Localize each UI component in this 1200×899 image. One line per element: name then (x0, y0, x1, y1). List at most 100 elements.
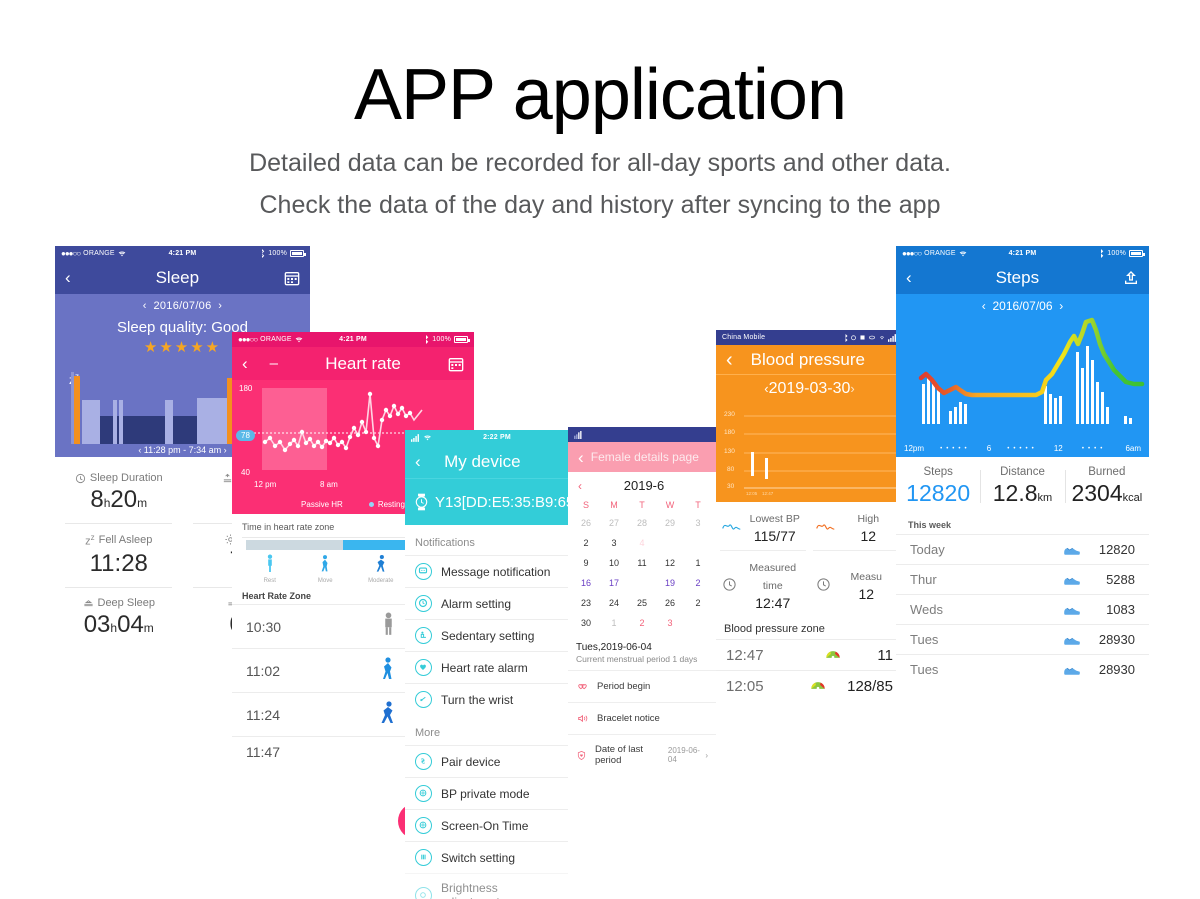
calendar-day[interactable]: 3 (600, 533, 628, 553)
calendar-day[interactable] (684, 613, 712, 633)
page-subtitle-line2: Check the data of the day and history af… (259, 191, 941, 219)
calendar-day[interactable]: 12 (656, 553, 684, 573)
calendar-day[interactable]: 11 (628, 553, 656, 573)
next-date-button[interactable]: › (850, 381, 854, 396)
calendar-icon[interactable] (448, 356, 464, 372)
calendar-day-selected[interactable]: 18 (628, 573, 656, 593)
back-button[interactable]: ‹ (726, 350, 733, 370)
week-row[interactable]: Weds 1083 (896, 594, 1149, 624)
menu-item-heart-rate-alarm[interactable]: Heart rate alarm (405, 651, 568, 683)
status-time: 4:21 PM (168, 250, 197, 257)
steps-navbar: ‹ Steps (896, 261, 1149, 294)
calendar-day[interactable]: 24 (600, 593, 628, 613)
calendar-day[interactable]: 2 (572, 533, 600, 553)
x-tick: 6 (986, 444, 992, 453)
device-card[interactable]: Y13[DD:E5:35:B9:65:C9 (405, 478, 568, 525)
calendar-day[interactable]: 27 (600, 513, 628, 533)
walking-person-icon (321, 555, 328, 572)
calendar-day[interactable]: 9 (572, 553, 600, 573)
menu-item-screen-on-time[interactable]: Screen-On Time (405, 809, 568, 841)
shoe-icon (1064, 577, 1080, 585)
steps-date[interactable]: ‹ 2016/07/06 › (896, 294, 1149, 313)
calendar-week: 2 3 4 5 (568, 533, 716, 553)
bp-zone-row[interactable]: 12:05 128/85 (716, 670, 903, 701)
menu-item-bp-private-mode[interactable]: BP private mode (405, 777, 568, 809)
menu-label: Sedentary setting (441, 628, 535, 643)
calendar-day[interactable]: 10 (600, 553, 628, 573)
calendar-day[interactable]: 3 (656, 613, 684, 633)
calendar-day-selected-ring[interactable]: 4 (628, 533, 656, 553)
shoe-icon (1064, 547, 1080, 555)
week-row[interactable]: Tues 28930 (896, 624, 1149, 654)
calendar-icon[interactable] (284, 270, 300, 286)
week-day: Weds (910, 602, 943, 617)
watch-icon (415, 493, 428, 511)
menu-item-alarm-setting[interactable]: Alarm setting (405, 587, 568, 619)
sleep-date[interactable]: ‹ 2016/07/06 › (55, 294, 310, 312)
share-icon[interactable] (1123, 270, 1139, 286)
menu-label: Switch setting (441, 850, 516, 865)
calendar-day[interactable]: 26 (572, 513, 600, 533)
calendar-day[interactable]: 26 (656, 593, 684, 613)
menu-item-message-notification[interactable]: Message notification (405, 555, 568, 587)
calendar-day[interactable]: 16 (572, 573, 600, 593)
menu-label: BP private mode (441, 786, 530, 801)
menu-label: Screen-On Time (441, 818, 529, 833)
week-row[interactable]: Tues 28930 (896, 654, 1149, 684)
page-root: APP application Detailed data can be rec… (0, 0, 1200, 899)
back-button[interactable]: ‹ (242, 355, 248, 372)
menu-item-brightness-adjustment[interactable]: Brightness adjustment (405, 873, 568, 899)
my-device-screen: 2:22 PM ‹ My device Y13[DD:E5:35:B9:65:C… (405, 430, 568, 899)
week-row[interactable]: Today 12820 (896, 534, 1149, 564)
hr-title: Heart rate (325, 353, 401, 373)
female-row-bracelet-notice[interactable]: Bracelet notice (568, 702, 716, 734)
x-tick: 12 (1053, 444, 1063, 453)
signal-dots-icon: ●●●○○ (902, 249, 922, 258)
calendar-day[interactable]: 2 (684, 593, 712, 613)
carrier-label: ORANGE (260, 336, 292, 343)
calendar-day[interactable]: 25 (628, 593, 656, 613)
calendar-month: 2019-6 (623, 478, 665, 493)
clock-icon (723, 578, 736, 591)
bp-date-selector[interactable]: ‹2019-03-30› (716, 375, 903, 402)
calendar-week: 16 17 18 19 2 (568, 573, 716, 593)
week-row[interactable]: Thur 5288 (896, 564, 1149, 594)
stat-label: Sleep Duration (89, 472, 163, 484)
dow: T (695, 500, 701, 510)
summary-distance: Distance 12.8km (980, 466, 1064, 507)
menu-item-sedentary-setting[interactable]: Sedentary setting (405, 619, 568, 651)
calendar-day[interactable]: 1 (600, 613, 628, 633)
bp-stat-highest: High 12 (810, 502, 904, 551)
calendar-day[interactable]: 2 (628, 613, 656, 633)
calendar-day-period[interactable] (684, 533, 712, 553)
menu-item-pair-device[interactable]: Pair device (405, 745, 568, 777)
calendar-day[interactable]: 23 (572, 593, 600, 613)
calendar-week: 23 24 25 26 2 (568, 593, 716, 613)
calendar-day[interactable]: 29 (656, 513, 684, 533)
female-status-bar (568, 427, 716, 442)
calendar-day[interactable]: 17 (600, 573, 628, 593)
calendar-day-period[interactable]: 5 (656, 533, 684, 553)
menu-item-switch-setting[interactable]: Switch setting (405, 841, 568, 873)
bp-zone-row[interactable]: 12:47 11 (716, 639, 903, 670)
menu-item-turn-the-wrist[interactable]: Turn the wrist (405, 683, 568, 715)
page-subtitle-line1: Detailed data can be recorded for all-da… (249, 149, 951, 177)
female-title: Female details page (590, 450, 699, 464)
calendar-day[interactable]: 1 (684, 553, 712, 573)
battery-icon (454, 336, 471, 343)
calendar-day[interactable]: 3 (684, 513, 712, 533)
female-selected-date: Tues,2019-06-04 (576, 642, 652, 653)
female-row-date-last-period[interactable]: Date of last period 2019-06-04 › (568, 734, 716, 775)
calendar-week: 26 27 28 29 3 (568, 513, 716, 533)
week-steps: 1083 (1106, 602, 1135, 617)
calendar-day[interactable]: 30 (572, 613, 600, 633)
wifi-icon (959, 251, 967, 256)
row-value: 2019-06-04 › (667, 746, 708, 764)
calendar-day[interactable]: 28 (628, 513, 656, 533)
vpn-icon (869, 335, 875, 340)
female-row-period-begin[interactable]: Period begin (568, 670, 716, 702)
calendar-day[interactable]: 2 (684, 573, 712, 593)
calendar-day[interactable]: 19 (656, 573, 684, 593)
bp-y-tick: 30 (727, 483, 735, 490)
female-period-note: Current menstrual period 1 days (576, 654, 698, 664)
